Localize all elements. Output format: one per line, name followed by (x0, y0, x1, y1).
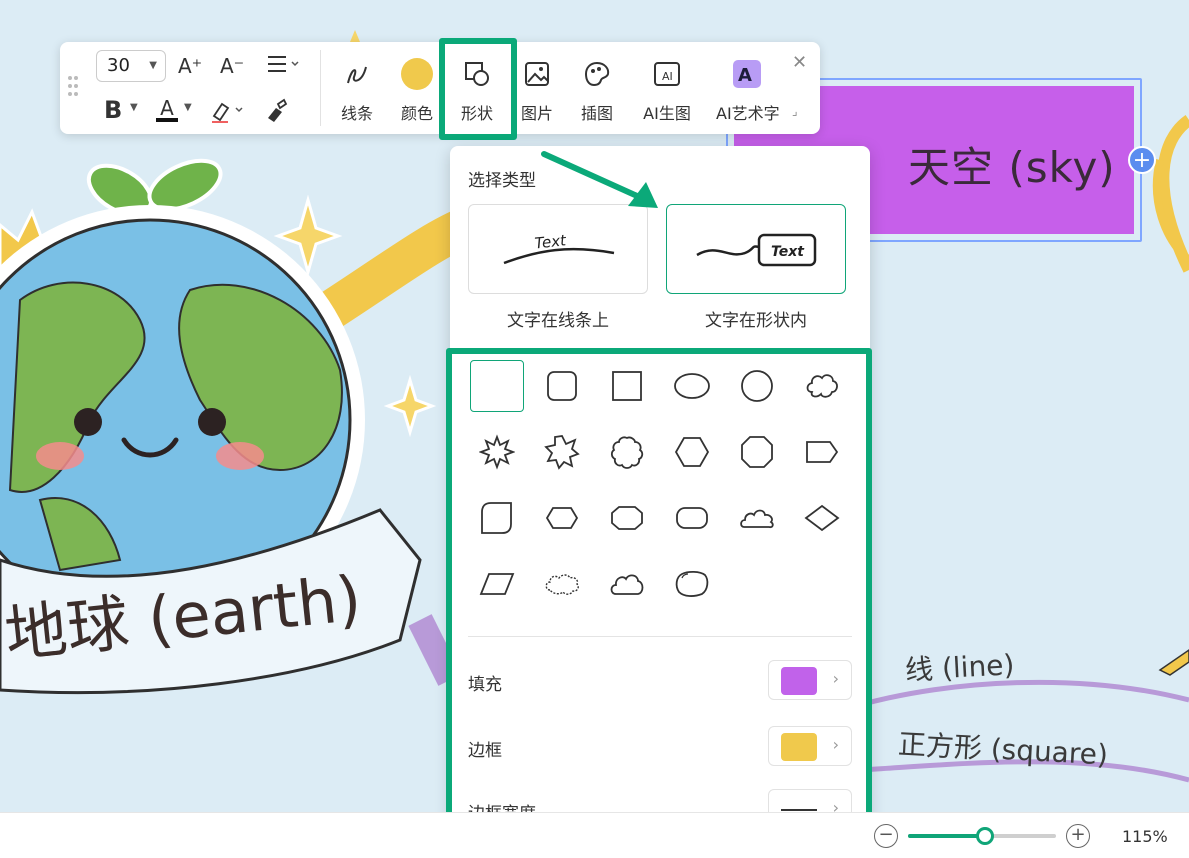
illustration-icon (584, 61, 610, 87)
line-node-label[interactable]: 线 (line) (904, 643, 1015, 689)
zoom-level: 115% (1122, 827, 1168, 846)
line-style-label: 线条 (340, 104, 373, 123)
toolbar-separator (320, 50, 321, 126)
ai-image-button[interactable]: AI AI生图 (636, 56, 698, 128)
image-icon (525, 62, 549, 86)
font-size-select[interactable]: 30 ▼ (96, 50, 166, 82)
drag-handle-icon[interactable] (68, 76, 80, 98)
illustration-label: 插图 (580, 104, 613, 123)
decrease-font-button[interactable]: A⁻ (220, 54, 244, 78)
collapse-icon[interactable]: ⌟ (792, 104, 798, 118)
chevron-down-icon[interactable]: ▼ (130, 102, 138, 113)
ai-art-text-label: AI艺术字 (716, 104, 780, 123)
whiteboard-canvas[interactable]: 天空 (sky) + 地球 (earth) 线 (line) 正方形 (squa… (0, 0, 1189, 858)
close-icon[interactable]: ✕ (792, 52, 807, 73)
ai-art-text-button[interactable]: A AI艺术字 (716, 56, 780, 128)
annotation-arrow-icon (541, 151, 658, 208)
ai-image-label: AI生图 (643, 104, 691, 123)
type-text-on-line[interactable]: Text (468, 204, 648, 294)
color-dot-icon (401, 58, 433, 90)
add-node-button[interactable]: + (1128, 146, 1156, 174)
type-preview-text: Text (771, 244, 805, 260)
chevron-down-icon: ▼ (149, 60, 157, 71)
chevron-down-icon[interactable]: ▼ (184, 102, 192, 113)
ai-art-text-icon: A (733, 60, 761, 88)
increase-font-button[interactable]: A⁺ (178, 54, 202, 78)
type-preview-text: Text (534, 231, 568, 252)
line-style-button[interactable]: 线条 (326, 56, 388, 128)
svg-text:AI: AI (662, 70, 673, 83)
highlighter-icon[interactable] (208, 98, 248, 129)
zoom-slider-fill (908, 834, 985, 838)
format-painter-icon[interactable] (264, 98, 288, 129)
align-icon[interactable] (266, 52, 300, 81)
sky-node-label[interactable]: 天空 (sky) (908, 134, 1116, 195)
font-color-letter: A (160, 96, 174, 120)
shape-button-highlight (439, 38, 517, 140)
svg-text:A: A (738, 65, 752, 86)
panel-title: 选择类型 (468, 171, 536, 191)
zoom-in-button[interactable]: + (1066, 824, 1090, 848)
bold-button[interactable]: B (104, 96, 122, 124)
text-in-shape-preview: Text (696, 233, 817, 267)
ai-image-icon: AI (654, 62, 680, 86)
illustration-button[interactable]: 插图 (566, 56, 628, 128)
font-color-button[interactable]: A (156, 96, 178, 122)
zoom-slider[interactable] (908, 827, 1056, 845)
zoom-out-button[interactable]: − (874, 824, 898, 848)
type-text-in-shape[interactable]: Text (666, 204, 846, 294)
zoom-slider-handle[interactable] (975, 827, 994, 845)
text-on-line-preview: Text (503, 231, 615, 265)
status-bar: − + 115% (0, 812, 1189, 858)
font-size-value: 30 (107, 55, 130, 76)
type-text-in-shape-label: 文字在形状内 (705, 311, 807, 331)
shape-grid-highlight (446, 348, 872, 858)
type-text-on-line-label: 文字在线条上 (507, 311, 609, 331)
